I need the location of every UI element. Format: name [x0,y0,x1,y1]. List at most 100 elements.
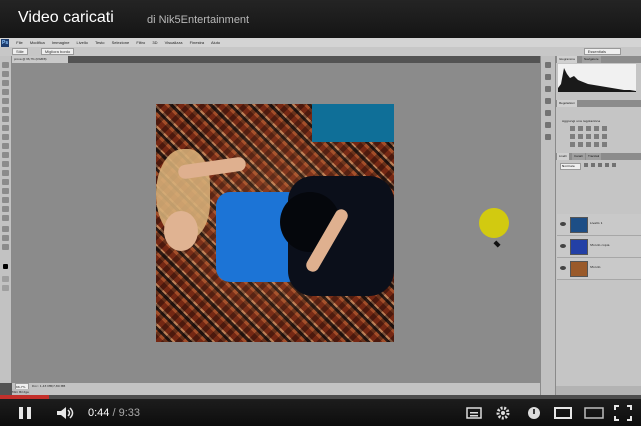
exposure-icon[interactable] [594,126,599,131]
option-migliora-bordo[interactable]: Migliora bordo [35,48,75,55]
filter-icon[interactable] [612,163,616,167]
crop-tool-icon[interactable] [2,98,9,104]
blur-tool-icon[interactable] [2,170,9,176]
tab-navigatore[interactable]: Navigatore [582,56,601,63]
menu-item-visualizza[interactable]: Visualizza [165,40,183,45]
histogram-panel-header: Istogramma Navigatore [556,56,641,63]
brightness-icon[interactable] [570,126,575,131]
volume-button[interactable] [56,405,76,424]
filter-icon[interactable] [584,163,588,167]
shape-tool-icon[interactable] [2,215,9,221]
menu-item-immagine[interactable]: Immagine [52,40,70,45]
marquee-tool-icon[interactable] [2,71,9,77]
menu-item-livello[interactable]: Livello [77,40,88,45]
panel-strip-icon[interactable] [545,122,551,128]
pen-tool-icon[interactable] [2,188,9,194]
tab-livelli[interactable]: Livelli [557,153,569,160]
posterize-icon[interactable] [578,142,583,147]
layer-row[interactable]: Sfondo [557,258,641,280]
cursor-highlight [479,208,509,238]
healing-tool-icon[interactable] [2,116,9,122]
captions-button[interactable] [466,405,482,424]
menu-item-aiuto[interactable]: Aiuto [211,40,220,45]
lasso-tool-icon[interactable] [2,80,9,86]
filter-icon[interactable] [598,163,602,167]
hand-tool-icon[interactable] [2,235,9,241]
panel-strip-icon[interactable] [545,86,551,92]
screen-mode-icon[interactable] [2,285,9,291]
eye-icon[interactable] [560,222,566,226]
3d-tool-icon[interactable] [2,226,9,232]
zoom-tool-icon[interactable] [2,244,9,250]
gradient-map-icon[interactable] [594,142,599,147]
tab-regolazioni[interactable]: Regolazioni [557,100,577,107]
eye-icon[interactable] [560,266,566,270]
color-balance-icon[interactable] [578,134,583,139]
filter-icon[interactable] [591,163,595,167]
magic-wand-tool-icon[interactable] [2,89,9,95]
watch-later-button[interactable] [527,405,541,424]
uploader-name[interactable]: di Nik5Entertainment [147,14,249,26]
photo-filter-icon[interactable] [594,134,599,139]
document-image[interactable] [156,104,394,342]
layer-thumbnail [570,217,588,233]
type-tool-icon[interactable] [2,197,9,203]
menu-item-finestra[interactable]: Finestra [190,40,204,45]
levels-icon[interactable] [578,126,583,131]
foreground-color-icon[interactable] [3,264,8,269]
layer-row[interactable]: Sfondo copia [557,236,641,258]
tab-canali[interactable]: Canali [572,153,585,160]
menu-item-3d[interactable]: 3D [152,40,157,45]
blend-mode-select[interactable]: Normale [560,163,581,170]
brush-tool-icon[interactable] [2,125,9,131]
clone-stamp-tool-icon[interactable] [2,134,9,140]
panel-strip-icon[interactable] [545,98,551,104]
doc-info[interactable]: Doc: 1,43 MB/7,80 MB [32,383,65,390]
quick-mask-icon[interactable] [2,276,9,282]
document-tab[interactable]: prova @ 66,7% (RGB/8) [12,56,68,63]
history-brush-tool-icon[interactable] [2,143,9,149]
histogram-graph [558,68,636,92]
histogram [558,64,636,92]
menu-item-selezione[interactable]: Selezione [112,40,130,45]
large-player-button[interactable] [584,405,604,424]
eye-icon[interactable] [560,244,566,248]
channel-mixer-icon[interactable] [602,134,607,139]
menu-item-file[interactable]: File [16,40,22,45]
layer-row[interactable]: Livello 1 [557,214,641,236]
eraser-tool-icon[interactable] [2,152,9,158]
panel-strip-icon[interactable] [545,134,551,140]
tab-istogramma[interactable]: Istogramma [557,56,577,63]
hue-saturation-icon[interactable] [570,134,575,139]
current-time: 0:44 [88,407,110,419]
selective-color-icon[interactable] [602,142,607,147]
small-player-button[interactable] [554,405,572,424]
invert-icon[interactable] [570,142,575,147]
panel-strip-icon[interactable] [545,62,551,68]
settings-button[interactable] [495,405,511,425]
threshold-icon[interactable] [586,142,591,147]
black-white-icon[interactable] [586,134,591,139]
pause-button[interactable] [16,405,34,424]
filter-icon[interactable] [605,163,609,167]
tab-tracciati[interactable]: Tracciati [586,153,602,160]
dodge-tool-icon[interactable] [2,179,9,185]
video-title[interactable]: Video caricati [18,9,114,27]
menu-item-testo[interactable]: Testo [95,40,105,45]
panel-strip-icon[interactable] [545,74,551,80]
ps-canvas-area[interactable] [12,63,540,383]
progress-bar[interactable] [0,395,641,399]
path-selection-tool-icon[interactable] [2,206,9,212]
move-tool-icon[interactable] [2,62,9,68]
menu-item-filtro[interactable]: Filtro [136,40,145,45]
menu-item-modifica[interactable]: Modifica [30,40,45,45]
progress-fill [0,395,50,399]
vibrance-icon[interactable] [602,126,607,131]
curves-icon[interactable] [586,126,591,131]
fullscreen-button[interactable] [614,405,632,425]
option-stile[interactable]: Stile [6,48,28,55]
eyedropper-tool-icon[interactable] [2,107,9,113]
gradient-tool-icon[interactable] [2,161,9,167]
workspace-select[interactable]: Essentials [583,48,621,55]
panel-strip-icon[interactable] [545,110,551,116]
